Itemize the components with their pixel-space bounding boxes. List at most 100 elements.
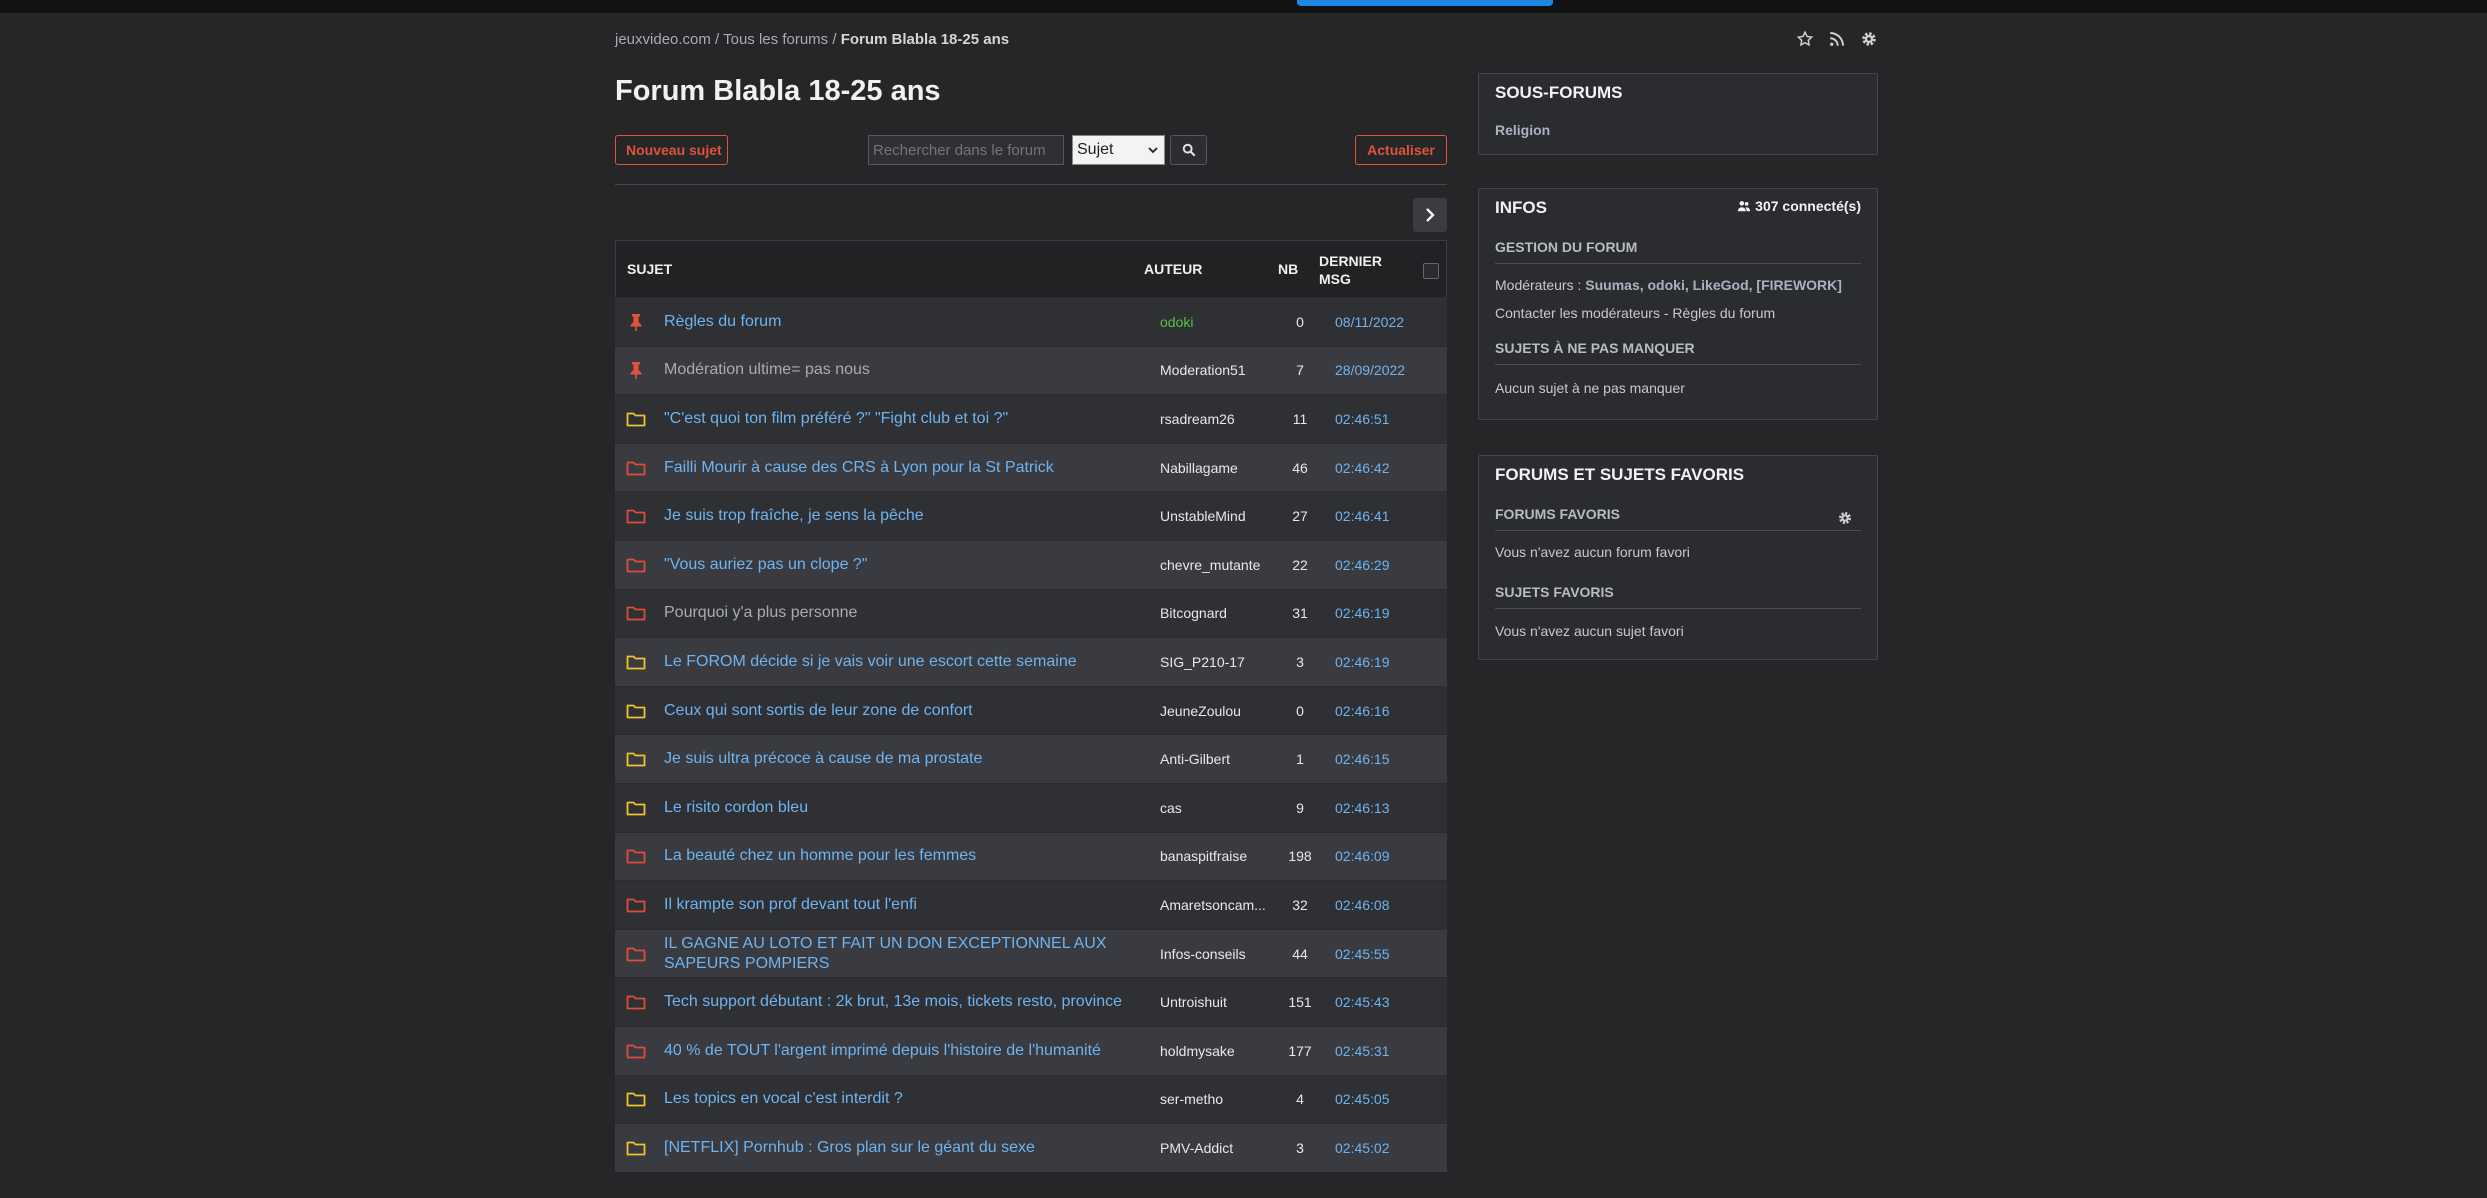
topic-author[interactable]: banaspitfraise: [1160, 848, 1270, 864]
table-row[interactable]: Le risito cordon bleu cas 9 02:46:13: [615, 782, 1447, 832]
table-row[interactable]: Ceux qui sont sortis de leur zone de con…: [615, 685, 1447, 735]
topic-title-link[interactable]: "C'est quoi ton film préféré ?" "Fight c…: [664, 409, 1144, 429]
topic-last-message[interactable]: 02:46:29: [1335, 557, 1390, 573]
table-row[interactable]: "C'est quoi ton film préféré ?" "Fight c…: [615, 394, 1447, 443]
topic-title-link[interactable]: Pourquoi y'a plus personne: [664, 603, 1144, 623]
table-row[interactable]: Modération ultime= pas nous Moderation51 7…: [615, 345, 1447, 395]
topic-title-link[interactable]: Il krampte son prof devant tout l'enfi: [664, 895, 1144, 915]
topic-author[interactable]: Moderation51: [1160, 362, 1270, 378]
topic-title-link[interactable]: La beauté chez un homme pour les femmes: [664, 846, 1144, 866]
topic-title-link[interactable]: Tech support débutant : 2k brut, 13e moi…: [664, 992, 1144, 1012]
topic-author[interactable]: Bitcognard: [1160, 605, 1270, 621]
table-row[interactable]: La beauté chez un homme pour les femmes b…: [615, 831, 1447, 881]
topic-last-message[interactable]: 02:46:19: [1335, 605, 1390, 621]
topic-author[interactable]: PMV-Addict: [1160, 1140, 1270, 1156]
topic-last-message[interactable]: 02:46:08: [1335, 897, 1390, 913]
topic-author[interactable]: ser-metho: [1160, 1091, 1270, 1107]
table-row[interactable]: Pourquoi y'a plus personne Bitcognard 31 02…: [615, 588, 1447, 638]
rss-icon[interactable]: [1828, 30, 1846, 48]
moderators-list[interactable]: Suumas, odoki, LikeGod, [FIREWORK]: [1585, 277, 1842, 293]
topic-author[interactable]: Nabillagame: [1160, 460, 1270, 476]
folder-yellow-icon: [626, 1138, 646, 1158]
topic-reply-count: 44: [1292, 945, 1308, 962]
folder-red-icon: [626, 603, 646, 623]
table-row[interactable]: Failli Mourir à cause des CRS à Lyon pou…: [615, 442, 1447, 492]
forum-rules-link[interactable]: Règles du forum: [1672, 305, 1775, 321]
topic-last-message[interactable]: 02:45:55: [1335, 946, 1390, 962]
topic-last-message[interactable]: 02:45:43: [1335, 994, 1390, 1010]
contact-moderators-link[interactable]: Contacter les modérateurs: [1495, 305, 1660, 321]
topic-last-message[interactable]: 02:45:31: [1335, 1043, 1390, 1059]
new-topic-button[interactable]: Nouveau sujet: [615, 135, 728, 165]
table-row[interactable]: Tech support débutant : 2k brut, 13e moi…: [615, 977, 1447, 1026]
topic-title-link[interactable]: 40 % de TOUT l'argent imprimé depuis l'h…: [664, 1041, 1144, 1061]
topic-title-link[interactable]: Le FOROM décide si je vais voir une esco…: [664, 652, 1144, 672]
topic-author[interactable]: holdmysake: [1160, 1043, 1270, 1059]
topic-last-message[interactable]: 02:46:15: [1335, 751, 1390, 767]
topic-title-link[interactable]: "Vous auriez pas un clope ?": [664, 555, 1144, 575]
topic-last-message[interactable]: 02:46:19: [1335, 654, 1390, 670]
table-row[interactable]: [NETFLIX] Pornhub : Gros plan sur le géa…: [615, 1123, 1447, 1172]
topic-author[interactable]: Infos-conseils: [1160, 946, 1270, 962]
breadcrumb-all-forums-link[interactable]: Tous les forums: [723, 31, 828, 48]
topic-title-link[interactable]: Le risito cordon bleu: [664, 798, 1144, 818]
topic-title-link[interactable]: Je suis ultra précoce à cause de ma pros…: [664, 749, 1144, 769]
table-row[interactable]: "Vous auriez pas un clope ?" chevre_mutan…: [615, 539, 1447, 589]
topic-author[interactable]: Anti-Gilbert: [1160, 751, 1270, 767]
topic-reply-count: 3: [1296, 1139, 1304, 1156]
gear-icon[interactable]: [1837, 510, 1853, 526]
topic-last-message[interactable]: 02:46:13: [1335, 800, 1390, 816]
next-page-button[interactable]: [1413, 198, 1447, 232]
topic-last-message[interactable]: 02:46:09: [1335, 848, 1390, 864]
topic-author[interactable]: SIG_P210-17: [1160, 654, 1270, 670]
folder-yellow-icon: [626, 409, 646, 429]
table-row[interactable]: Le FOROM décide si je vais voir une esco…: [615, 637, 1447, 686]
column-header-subject: SUJET: [627, 261, 673, 277]
search-scope-select[interactable]: Sujet: [1072, 135, 1165, 165]
star-icon[interactable]: [1796, 30, 1814, 48]
topic-last-message[interactable]: 02:45:05: [1335, 1091, 1390, 1107]
topic-author[interactable]: JeuneZoulou: [1160, 703, 1270, 719]
table-row[interactable]: 40 % de TOUT l'argent imprimé depuis l'h…: [615, 1025, 1447, 1075]
topic-title-link[interactable]: IL GAGNE AU LOTO ET FAIT UN DON EXCEPTIO…: [664, 934, 1144, 974]
table-row[interactable]: Je suis trop fraîche, je sens la pêche Un…: [615, 491, 1447, 540]
topic-title-link[interactable]: Modération ultime= pas nous: [664, 360, 1144, 380]
folder-red-icon: [626, 992, 646, 1012]
topic-author[interactable]: Untroishuit: [1160, 994, 1270, 1010]
forum-search-input[interactable]: [868, 135, 1064, 165]
topic-author[interactable]: odoki: [1160, 314, 1270, 330]
topic-title-link[interactable]: Je suis trop fraîche, je sens la pêche: [664, 506, 1144, 526]
subforum-link-religion[interactable]: Religion: [1495, 122, 1550, 138]
table-row[interactable]: IL GAGNE AU LOTO ET FAIT UN DON EXCEPTIO…: [615, 928, 1447, 978]
topic-title-link[interactable]: Règles du forum: [664, 312, 1144, 332]
topic-last-message[interactable]: 28/09/2022: [1335, 362, 1405, 378]
page-title: Forum Blabla 18-25 ans: [615, 75, 941, 107]
breadcrumb-site-link[interactable]: jeuxvideo.com: [615, 31, 711, 48]
topic-last-message[interactable]: 02:46:16: [1335, 703, 1390, 719]
topic-title-link[interactable]: Failli Mourir à cause des CRS à Lyon pou…: [664, 458, 1144, 478]
topic-reply-count: 22: [1292, 556, 1308, 573]
topic-author[interactable]: UnstableMind: [1160, 508, 1270, 524]
topic-title-link[interactable]: Les topics en vocal c'est interdit ?: [664, 1089, 1144, 1109]
topic-last-message[interactable]: 02:46:42: [1335, 460, 1390, 476]
topic-last-message[interactable]: 08/11/2022: [1335, 314, 1404, 330]
table-row[interactable]: Les topics en vocal c'est interdit ? ser-…: [615, 1074, 1447, 1124]
search-button[interactable]: [1170, 135, 1207, 165]
topic-last-message[interactable]: 02:45:02: [1335, 1140, 1390, 1156]
topic-author[interactable]: Amaretsoncam...: [1160, 897, 1270, 913]
topic-author[interactable]: rsadream26: [1160, 411, 1270, 427]
gear-icon[interactable]: [1860, 30, 1878, 48]
table-row[interactable]: Règles du forum odoki 0 08/11/2022: [615, 297, 1447, 346]
topic-author[interactable]: cas: [1160, 800, 1270, 816]
topic-author[interactable]: chevre_mutante: [1160, 557, 1270, 573]
topic-title-link[interactable]: Ceux qui sont sortis de leur zone de con…: [664, 701, 1144, 721]
favorite-forums-empty: Vous n'avez aucun forum favori: [1495, 544, 1690, 560]
refresh-button[interactable]: Actualiser: [1355, 135, 1447, 165]
select-all-checkbox[interactable]: [1423, 263, 1439, 279]
topic-table-header: SUJET AUTEUR NB DERNIER MSG: [615, 240, 1447, 297]
table-row[interactable]: Je suis ultra précoce à cause de ma pros…: [615, 734, 1447, 783]
table-row[interactable]: Il krampte son prof devant tout l'enfi Am…: [615, 880, 1447, 929]
topic-title-link[interactable]: [NETFLIX] Pornhub : Gros plan sur le géa…: [664, 1138, 1144, 1158]
topic-last-message[interactable]: 02:46:41: [1335, 508, 1390, 524]
topic-last-message[interactable]: 02:46:51: [1335, 411, 1390, 427]
